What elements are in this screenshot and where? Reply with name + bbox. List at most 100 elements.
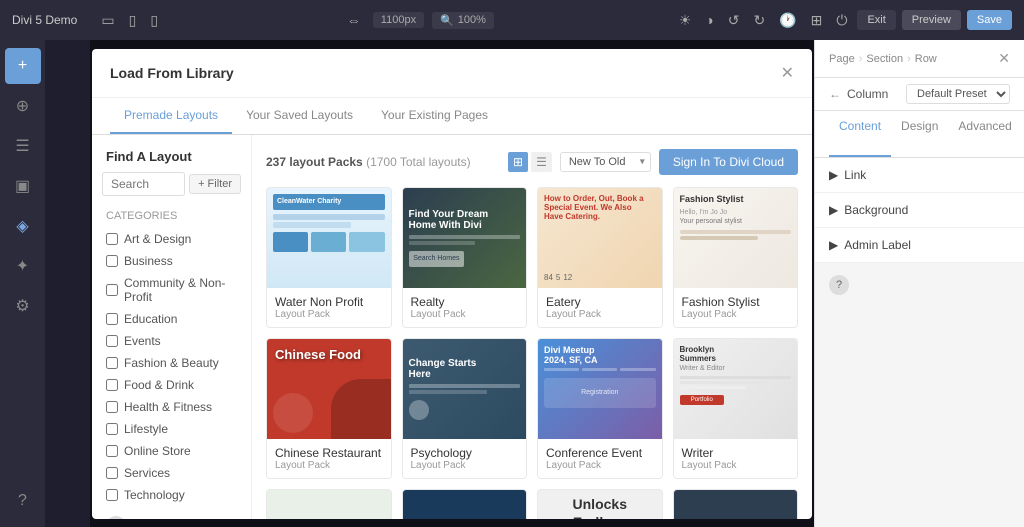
undo-icon[interactable]: ↺ bbox=[724, 10, 744, 31]
category-technology[interactable]: Technology bbox=[92, 484, 251, 506]
grid-icon[interactable]: ▣ bbox=[5, 168, 41, 204]
layout-card-chinese-restaurant[interactable]: Chinese Food Chinese Restaurant Layout P… bbox=[266, 338, 392, 479]
columns-icon[interactable]: ⊞ bbox=[807, 10, 827, 31]
tab-saved-layouts[interactable]: Your Saved Layouts bbox=[232, 98, 367, 134]
top-bar-right: ☀ ◑ ↺ ↻ 🕐 ⊞ ⏻ Exit Preview Save bbox=[675, 10, 1012, 31]
layout-card-partial-2[interactable] bbox=[402, 489, 528, 519]
card-type: Layout Pack bbox=[682, 309, 790, 320]
category-business[interactable]: Business bbox=[92, 250, 251, 272]
app-title: Divi 5 Demo bbox=[12, 13, 77, 27]
category-art-design[interactable]: Art & Design bbox=[92, 228, 251, 250]
modal-grid-area: 237 layout Packs (1700 Total layouts) ⊞ … bbox=[252, 135, 812, 519]
desktop-icon[interactable]: ▭ bbox=[97, 10, 118, 31]
tab-design[interactable]: Design bbox=[891, 111, 948, 157]
zoom-badge[interactable]: 🔍 100% bbox=[432, 12, 494, 29]
signin-button[interactable]: Sign In To Divi Cloud bbox=[659, 149, 798, 175]
filter-button[interactable]: + Filter bbox=[189, 174, 241, 194]
tab-existing-pages[interactable]: Your Existing Pages bbox=[367, 98, 502, 134]
modal-sidebar: Find A Layout + Filter Categories Art & … bbox=[92, 135, 252, 519]
layout-grid-row3: Unlocks Endless bbox=[266, 489, 798, 519]
card-thumbnail: Find Your DreamHome With Divi Search Hom… bbox=[403, 188, 527, 288]
layers-icon[interactable]: ⊕ bbox=[5, 88, 41, 124]
layout-card-psychology[interactable]: Change StartsHere Psychology bbox=[402, 338, 528, 479]
layout-card-writer[interactable]: BrooklynSummers Writer & Editor Portfoli… bbox=[673, 338, 799, 479]
right-panel: Page › Section › Row ✕ ← Column Default … bbox=[814, 40, 1024, 527]
layout-card-partial-4[interactable] bbox=[673, 489, 799, 519]
device-icons: ▭ ▯ ▯ bbox=[97, 10, 162, 31]
tab-premade-layouts[interactable]: Premade Layouts bbox=[110, 98, 232, 134]
sidebar-help[interactable]: ? bbox=[92, 506, 251, 519]
grid-top: 237 layout Packs (1700 Total layouts) ⊞ … bbox=[266, 149, 798, 175]
exit-button[interactable]: Exit bbox=[857, 10, 895, 30]
preset-select[interactable]: Default Preset bbox=[906, 84, 1010, 104]
search-icon: 🔍 bbox=[440, 14, 454, 27]
grid-view-icon[interactable]: ⊞ bbox=[508, 152, 528, 172]
sort-select[interactable]: New To Old Old To New A to Z Z to A bbox=[560, 152, 651, 172]
modal-overlay: Load From Library ✕ Premade Layouts Your… bbox=[90, 40, 814, 527]
card-type: Layout Pack bbox=[546, 460, 654, 471]
layout-card-conference-event[interactable]: Divi Meetup2024, SF, CA Registration bbox=[537, 338, 663, 479]
layout-card-water-non-profit[interactable]: CleanWater Charity bbox=[266, 187, 392, 328]
card-thumbnail: How to Order, Out, Book aSpecial Event. … bbox=[538, 188, 662, 288]
layout-card-realty[interactable]: Find Your DreamHome With Divi Search Hom… bbox=[402, 187, 528, 328]
card-type: Layout Pack bbox=[275, 460, 383, 471]
layout-card-eatery[interactable]: How to Order, Out, Book aSpecial Event. … bbox=[537, 187, 663, 328]
column-row: ← Column Default Preset bbox=[815, 78, 1024, 111]
breadcrumb: Page › Section › Row bbox=[829, 53, 937, 65]
history-icon[interactable]: 🕐 bbox=[775, 10, 800, 31]
tools-icon[interactable]: ⚙ bbox=[5, 288, 41, 324]
category-community[interactable]: Community & Non-Profit bbox=[92, 272, 251, 308]
background-section[interactable]: ▶ Background bbox=[815, 193, 1024, 228]
moon-icon[interactable]: ◑ bbox=[701, 10, 717, 30]
layout-card-partial-1[interactable] bbox=[266, 489, 392, 519]
category-services[interactable]: Services bbox=[92, 462, 251, 484]
modal-tabs: Premade Layouts Your Saved Layouts Your … bbox=[92, 98, 812, 135]
modal-body: Find A Layout + Filter Categories Art & … bbox=[92, 135, 812, 519]
tab-advanced[interactable]: Advanced bbox=[948, 111, 1021, 157]
preview-button[interactable]: Preview bbox=[902, 10, 961, 30]
save-button[interactable]: Save bbox=[967, 10, 1012, 30]
search-input[interactable] bbox=[102, 172, 185, 196]
link-section[interactable]: ▶ Link bbox=[815, 158, 1024, 193]
category-events[interactable]: Events bbox=[92, 330, 251, 352]
width-badge[interactable]: 1100px bbox=[373, 12, 424, 28]
category-online-store[interactable]: Online Store bbox=[92, 440, 251, 462]
card-name: Psychology bbox=[411, 446, 519, 460]
redo-icon[interactable]: ↻ bbox=[749, 10, 769, 31]
top-bar-center: ⇔ 1100px 🔍 100% bbox=[172, 10, 665, 30]
card-thumbnail: Chinese Food bbox=[267, 339, 391, 439]
pack-count: 237 layout Packs bbox=[266, 155, 363, 169]
mobile-icon[interactable]: ▯ bbox=[146, 10, 162, 31]
layout-card-partial-3[interactable]: Unlocks Endless bbox=[537, 489, 663, 519]
category-health[interactable]: Health & Fitness bbox=[92, 396, 251, 418]
category-lifestyle[interactable]: Lifestyle bbox=[92, 418, 251, 440]
layout-card-fashion-stylist[interactable]: Fashion Stylist Hello, I'm Jo Jo Your pe… bbox=[673, 187, 799, 328]
card-thumbnail: Change StartsHere bbox=[403, 339, 527, 439]
help-button[interactable]: ? bbox=[829, 275, 849, 295]
menu-icon[interactable]: ☰ bbox=[5, 128, 41, 164]
power-icon[interactable]: ⏻ bbox=[832, 10, 851, 31]
admin-label-section[interactable]: ▶ Admin Label bbox=[815, 228, 1024, 263]
tablet-icon[interactable]: ▯ bbox=[125, 10, 141, 31]
category-fashion[interactable]: Fashion & Beauty bbox=[92, 352, 251, 374]
card-thumbnail: BrooklynSummers Writer & Editor Portfoli… bbox=[674, 339, 798, 439]
paint-icon[interactable]: ✦ bbox=[5, 248, 41, 284]
add-element-button[interactable]: + bbox=[5, 48, 41, 84]
tab-content[interactable]: Content bbox=[829, 111, 891, 157]
modal-close-button[interactable]: ✕ bbox=[781, 63, 794, 83]
category-food[interactable]: Food & Drink bbox=[92, 374, 251, 396]
sun-icon[interactable]: ☀ bbox=[675, 10, 696, 31]
close-panel-button[interactable]: ✕ bbox=[998, 50, 1010, 67]
card-name: Water Non Profit bbox=[275, 295, 383, 309]
list-view-icon[interactable]: ☰ bbox=[531, 152, 552, 172]
sort-wrapper: New To Old Old To New A to Z Z to A bbox=[560, 152, 651, 172]
search-row: + Filter bbox=[92, 172, 251, 204]
total-count: (1700 Total layouts) bbox=[366, 155, 471, 169]
panel-header: Page › Section › Row ✕ bbox=[815, 40, 1024, 78]
help-icon[interactable]: ? bbox=[5, 483, 41, 519]
card-name: Chinese Restaurant bbox=[275, 446, 383, 460]
category-education[interactable]: Education bbox=[92, 308, 251, 330]
settings-icon[interactable]: ◈ bbox=[5, 208, 41, 244]
back-arrow-icon[interactable]: ← bbox=[829, 87, 841, 101]
card-type: Layout Pack bbox=[682, 460, 790, 471]
